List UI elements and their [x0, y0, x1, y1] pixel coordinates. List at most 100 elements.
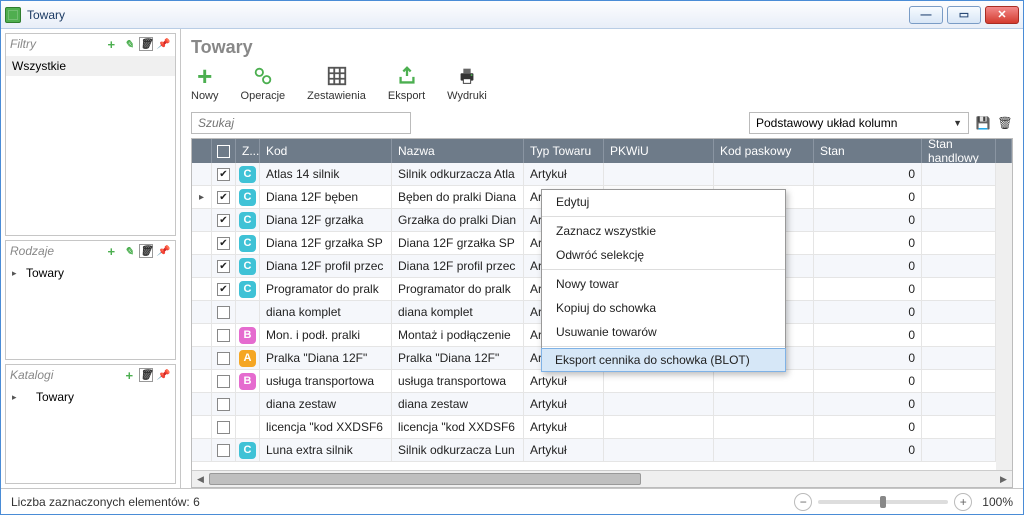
row-marker — [192, 393, 212, 415]
row-checkbox[interactable]: ✔ — [212, 255, 236, 277]
layout-select[interactable]: Podstawowy układ kolumn ▼ — [749, 112, 969, 134]
horizontal-scrollbar[interactable]: ◀ ▶ — [192, 470, 1012, 487]
ctx-odwroc-selekcje[interactable]: Odwróć selekcję — [542, 243, 785, 267]
row-marker — [192, 255, 212, 277]
row-category — [236, 416, 260, 438]
row-checkbox[interactable]: ✔ — [212, 163, 236, 185]
cell-kod: usługa transportowa — [260, 370, 392, 392]
katalogi-pin-icon[interactable]: 📌 — [155, 367, 171, 383]
category-badge: B — [239, 373, 256, 390]
col-kodp[interactable]: Kod paskowy — [714, 139, 814, 163]
close-button[interactable]: ✕ — [985, 6, 1019, 24]
filtry-edit-icon[interactable]: ✎ — [121, 36, 137, 52]
rodzaje-delete-icon[interactable]: 🗑 — [139, 244, 153, 258]
table-row[interactable]: CLuna extra silnikSilnik odkurzacza LunA… — [192, 439, 1012, 462]
col-marker[interactable] — [192, 139, 212, 163]
maximize-button[interactable]: ▭ — [947, 6, 981, 24]
col-pkwiu[interactable]: PKWiU — [604, 139, 714, 163]
row-checkbox[interactable]: ✔ — [212, 209, 236, 231]
col-kod[interactable]: Kod — [260, 139, 392, 163]
ctx-edytuj[interactable]: Edytuj — [542, 190, 785, 214]
search-input[interactable] — [191, 112, 411, 134]
row-checkbox[interactable] — [212, 439, 236, 461]
col-stanh[interactable]: Stan handlowy — [922, 139, 996, 163]
row-category: A — [236, 347, 260, 369]
cell-stanh — [922, 209, 996, 231]
cell-stanh — [922, 232, 996, 254]
cell-nazwa: Pralka "Diana 12F" — [392, 347, 524, 369]
row-checkbox[interactable] — [212, 301, 236, 323]
table-row[interactable]: Busługa transportowausługa transportowaA… — [192, 370, 1012, 393]
ctx-eksport-cennika[interactable]: Eksport cennika do schowka (BLOT) — [541, 348, 786, 372]
scroll-left-icon[interactable]: ◀ — [192, 471, 209, 488]
cell-stanh — [922, 439, 996, 461]
katalogi-delete-icon[interactable]: 🗑 — [139, 368, 153, 382]
toolbar-eksport[interactable]: Eksport — [388, 64, 425, 102]
col-typ[interactable]: Typ Towaru — [524, 139, 604, 163]
cell-kod: Diana 12F grzałka SP — [260, 232, 392, 254]
col-stan[interactable]: Stan — [814, 139, 922, 163]
cell-nazwa: Bęben do pralki Diana — [392, 186, 524, 208]
table-row[interactable]: licencja "kod XXDSF6licencja "kod XXDSF6… — [192, 416, 1012, 439]
col-z[interactable]: Z... — [236, 139, 260, 163]
vertical-scrollbar[interactable] — [996, 163, 1012, 470]
cell-stan: 0 — [814, 301, 922, 323]
col-checkbox[interactable] — [212, 139, 236, 163]
row-category: C — [236, 163, 260, 185]
ctx-nowy-towar[interactable]: Nowy towar — [542, 272, 785, 296]
filtry-item-wszystkie[interactable]: Wszystkie — [6, 56, 175, 76]
cell-pkwiu — [604, 416, 714, 438]
row-marker — [192, 324, 212, 346]
col-nazwa[interactable]: Nazwa — [392, 139, 524, 163]
katalogi-add-icon[interactable]: + — [121, 367, 137, 383]
zoom-slider[interactable] — [818, 500, 948, 504]
caret-icon: ▸ — [12, 268, 22, 279]
row-checkbox[interactable] — [212, 416, 236, 438]
zoom-in-button[interactable]: + — [954, 493, 972, 511]
rodzaje-item-towary[interactable]: ▸ Towary — [6, 263, 175, 283]
cell-stanh — [922, 186, 996, 208]
cell-stanh — [922, 347, 996, 369]
row-checkbox[interactable] — [212, 393, 236, 415]
cell-nazwa: Diana 12F grzałka SP — [392, 232, 524, 254]
table-row[interactable]: diana zestawdiana zestawArtykuł0 — [192, 393, 1012, 416]
sidebar: Filtry + ✎ 🗑 📌 Wszystkie Rodzaje + ✎ — [1, 29, 181, 488]
ctx-zaznacz-wszystkie[interactable]: Zaznacz wszystkie — [542, 219, 785, 243]
scroll-right-icon[interactable]: ▶ — [995, 471, 1012, 488]
filtry-add-icon[interactable]: + — [103, 36, 119, 52]
row-checkbox[interactable] — [212, 347, 236, 369]
category-badge: C — [239, 212, 256, 229]
row-checkbox[interactable]: ✔ — [212, 232, 236, 254]
cell-nazwa: diana zestaw — [392, 393, 524, 415]
filtry-pin-icon[interactable]: 📌 — [155, 36, 171, 52]
row-checkbox[interactable] — [212, 324, 236, 346]
cell-typ: Artykuł — [524, 393, 604, 415]
toolbar: + Nowy Operacje Zestawienia Eksport — [191, 64, 1013, 102]
row-checkbox[interactable]: ✔ — [212, 278, 236, 300]
row-marker — [192, 209, 212, 231]
export-icon — [395, 64, 419, 88]
ctx-kopiuj-do-schowka[interactable]: Kopiuj do schowka — [542, 296, 785, 320]
toolbar-wydruki[interactable]: Wydruki — [447, 64, 487, 102]
katalogi-item-towary[interactable]: ▸ Towary — [6, 387, 175, 407]
toolbar-zestawienia[interactable]: Zestawienia — [307, 64, 366, 102]
rodzaje-add-icon[interactable]: + — [103, 243, 119, 259]
table-row[interactable]: ✔CAtlas 14 silnikSilnik odkurzacza AtlaA… — [192, 163, 1012, 186]
toolbar-operacje[interactable]: Operacje — [241, 64, 286, 102]
save-layout-icon[interactable]: 💾 — [975, 115, 991, 131]
cell-nazwa: Grzałka do pralki Dian — [392, 209, 524, 231]
rodzaje-pin-icon[interactable]: 📌 — [155, 243, 171, 259]
scroll-thumb[interactable] — [209, 473, 641, 485]
filtry-delete-icon[interactable]: 🗑 — [139, 37, 153, 51]
minimize-button[interactable]: — — [909, 6, 943, 24]
row-category: C — [236, 439, 260, 461]
ctx-usuwanie-towarow[interactable]: Usuwanie towarów — [542, 320, 785, 344]
row-checkbox[interactable] — [212, 370, 236, 392]
zoom-out-button[interactable]: − — [794, 493, 812, 511]
chevron-down-icon: ▼ — [953, 118, 962, 128]
delete-layout-icon[interactable]: 🗑 — [997, 115, 1013, 131]
rodzaje-edit-icon[interactable]: ✎ — [121, 243, 137, 259]
row-checkbox[interactable]: ✔ — [212, 186, 236, 208]
cell-stanh — [922, 255, 996, 277]
toolbar-nowy[interactable]: + Nowy — [191, 64, 219, 102]
